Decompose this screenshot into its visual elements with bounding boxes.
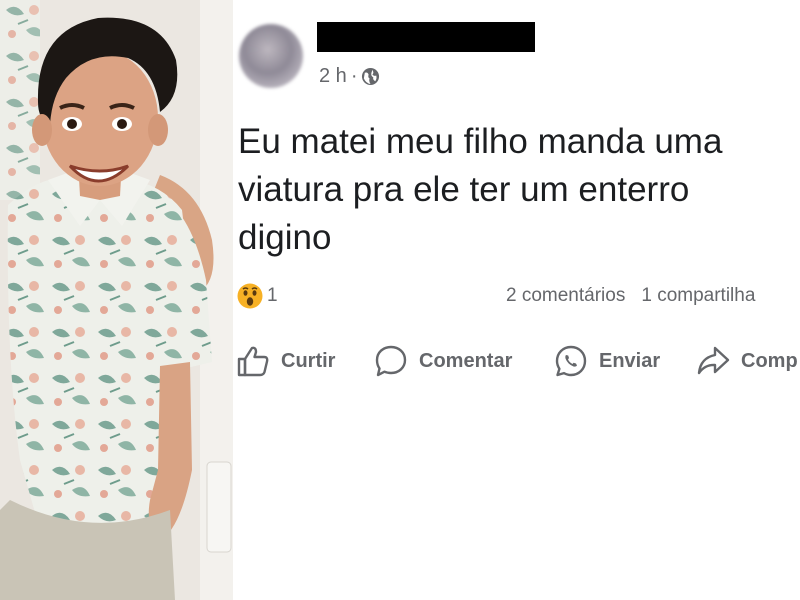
comment-label: Comentar [419,349,513,372]
post-text-line: viatura pra ele ter um enterro [238,170,690,209]
meta-separator: · [350,64,358,87]
child-photo [0,0,233,600]
share-label: Comp [741,349,798,372]
author-avatar[interactable] [239,24,303,88]
thumbs-up-icon [237,346,269,377]
like-label: Curtir [281,349,336,372]
post-meta: 2 h · [319,63,380,89]
like-button[interactable]: Curtir [235,341,335,381]
action-bar: Curtir Comentar Enviar Comp [233,341,800,381]
share-arrow-icon [697,346,730,375]
engagement-counts: 2 comentários 1 compartilha [506,285,755,307]
post-timestamp[interactable]: 2 h [319,65,347,88]
share-button[interactable]: Comp [695,341,798,381]
reaction-count: 1 [267,285,278,306]
reactions-summary[interactable]: 1 [237,283,278,309]
post-text: Eu matei meu filho manda uma viatura pra… [238,118,800,262]
shares-count[interactable]: 1 compartilha [641,285,755,307]
post-text-line: Eu matei meu filho manda uma [238,122,723,161]
author-name-redacted [317,22,535,52]
globe-icon [362,67,380,85]
comment-button[interactable]: Comentar [373,341,512,381]
send-button[interactable]: Enviar [553,341,660,381]
comments-count[interactable]: 2 comentários [506,285,625,307]
facebook-post: 2 h · Eu matei meu filho manda uma viatu… [233,0,800,600]
wow-emoji-icon [237,283,263,309]
comment-bubble-icon [375,345,407,377]
post-text-line: digino [238,218,332,257]
whatsapp-icon [555,345,587,377]
send-label: Enviar [599,349,661,372]
